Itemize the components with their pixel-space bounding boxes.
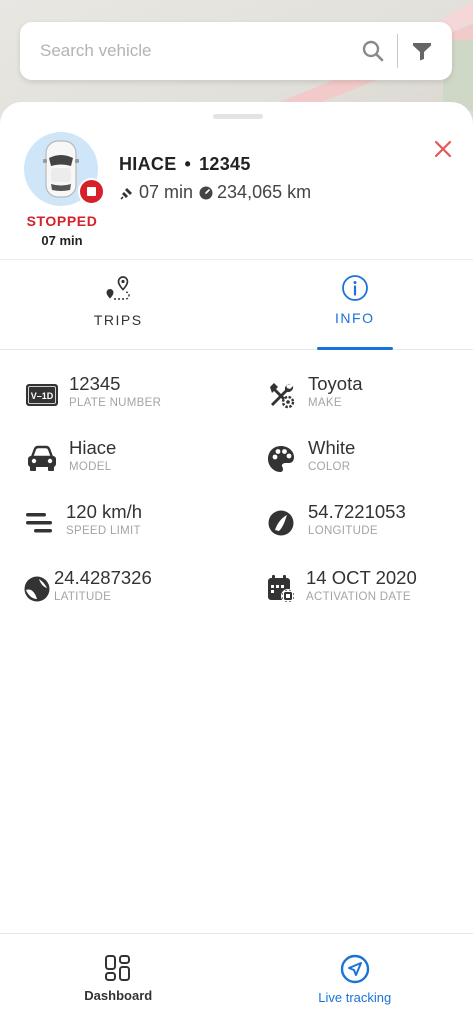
calendar-chip-icon: [264, 572, 298, 606]
info-color: White COLOR: [264, 437, 355, 476]
plate-icon-text: V–1D: [31, 391, 54, 401]
make-value: Toyota: [308, 373, 363, 394]
car-icon: [25, 442, 59, 476]
title-separator: •: [184, 154, 192, 174]
color-value: White: [308, 437, 356, 458]
nav-dashboard[interactable]: Dashboard: [0, 934, 237, 1024]
latitude-value: 24.4287326: [54, 567, 152, 588]
stopped-status-icon: [78, 178, 105, 205]
nav-dashboard-label: Dashboard: [84, 988, 153, 1003]
search-input[interactable]: Search vehicle: [40, 41, 359, 61]
plate-number-value: 12345: [69, 373, 121, 394]
satellite-icon: [120, 187, 132, 200]
active-tab-indicator: [316, 347, 393, 350]
tab-info-label: INFO: [335, 310, 375, 326]
speed-lines-icon: [22, 506, 56, 540]
longitude-value: 54.7221053: [308, 501, 406, 522]
make-label: MAKE: [308, 397, 342, 409]
tab-trips[interactable]: TRIPS: [0, 260, 237, 349]
info-longitude: 54.7221053 LONGITUDE: [264, 501, 406, 540]
vehicle-title: HIACE • 12345: [119, 154, 251, 175]
search-icon[interactable]: [359, 37, 387, 65]
info-icon: [341, 275, 368, 301]
vehicle-model: HIACE: [119, 154, 177, 174]
bottom-navigation: Dashboard Live tracking: [0, 933, 473, 1024]
route-pin-icon: [106, 276, 130, 300]
tools-gear-icon: [264, 378, 298, 412]
vehicle-header: STOPPED 07 min HIACE • 12345 07 min 234,06…: [0, 102, 473, 260]
info-activation-date: 14 OCT 2020 ACTIVATION DATE: [264, 567, 417, 606]
longitude-label: LONGITUDE: [308, 525, 378, 537]
nav-live-tracking-label: Live tracking: [318, 990, 392, 1005]
nav-live-tracking[interactable]: Live tracking: [237, 934, 473, 1024]
info-speed-limit: 120 km/h SPEED LIMIT: [22, 501, 142, 540]
globe-latitude-icon: [20, 572, 54, 606]
tab-info[interactable]: INFO: [237, 260, 473, 350]
info-make: Toyota MAKE: [264, 373, 363, 412]
search-divider: [397, 34, 398, 68]
plate-number-label: PLATE NUMBER: [69, 397, 162, 409]
model-label: MODEL: [69, 461, 112, 473]
activation-date-label: ACTIVATION DATE: [306, 591, 411, 603]
filter-icon[interactable]: [408, 37, 436, 65]
search-bar: Search vehicle: [20, 22, 452, 80]
palette-icon: [264, 442, 298, 476]
model-value: Hiace: [69, 437, 117, 458]
dashboard-grid-icon: [105, 955, 131, 981]
close-icon: [434, 140, 452, 158]
vehicle-meta: 07 min 234,065 km: [119, 182, 311, 203]
globe-longitude-icon: [264, 506, 298, 540]
vehicle-details-sheet: STOPPED 07 min HIACE • 12345 07 min 234,06…: [0, 102, 473, 1024]
vehicle-duration: 07 min: [139, 182, 194, 202]
color-label: COLOR: [308, 461, 351, 473]
info-plate-number: V–1D 12345 PLATE NUMBER: [25, 373, 161, 412]
speed-limit-label: SPEED LIMIT: [66, 525, 141, 537]
plate-icon: V–1D: [25, 378, 59, 412]
info-latitude: 24.4287326 LATITUDE: [20, 567, 152, 606]
odometer-icon: [199, 186, 213, 199]
latitude-label: LATITUDE: [54, 591, 112, 603]
vehicle-odometer: 234,065 km: [217, 182, 312, 202]
tab-trips-label: TRIPS: [93, 312, 143, 328]
navigation-arrow-icon: [340, 954, 369, 984]
vehicle-status: STOPPED: [26, 213, 98, 229]
info-model: Hiace MODEL: [25, 437, 116, 476]
detail-tabs: TRIPS INFO: [0, 260, 473, 350]
vehicle-status-duration: 07 min: [41, 233, 83, 248]
activation-date-value: 14 OCT 2020: [306, 567, 417, 588]
close-button[interactable]: [430, 136, 456, 162]
vehicle-number: 12345: [199, 154, 251, 174]
speed-limit-value: 120 km/h: [66, 501, 143, 522]
